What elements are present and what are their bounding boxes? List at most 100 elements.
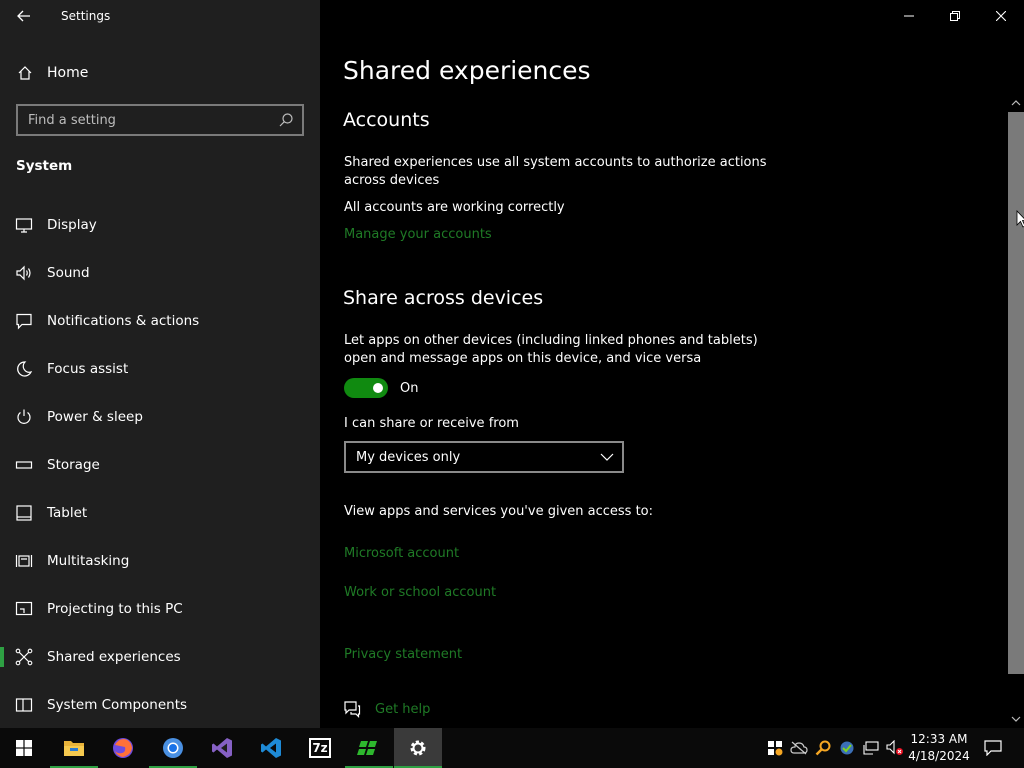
share-heading: Share across devices [343, 287, 544, 309]
sidebar-item-sound[interactable]: Sound [0, 249, 320, 297]
sidebar-item-display[interactable]: Display [0, 201, 320, 249]
mouse-cursor-icon [1016, 210, 1024, 228]
sidebar-item-notifications[interactable]: Notifications & actions [0, 297, 320, 345]
sidebar-item-label: Multitasking [47, 553, 130, 569]
sidebar-item-shared-experiences[interactable]: Shared experiences [0, 633, 320, 681]
work-school-account-link[interactable]: Work or school account [344, 585, 496, 600]
chevron-down-icon [600, 453, 614, 461]
start-button[interactable] [0, 728, 48, 768]
action-center-button[interactable] [978, 728, 1008, 768]
privacy-statement-link[interactable]: Privacy statement [344, 647, 462, 662]
vertical-scrollbar[interactable] [1008, 96, 1024, 728]
sidebar-item-system-components[interactable]: System Components [0, 681, 320, 729]
taskbar-settings[interactable] [394, 728, 442, 768]
share-toggle[interactable] [344, 378, 388, 398]
notification-icon [984, 740, 1002, 756]
taskbar: 7z 12:33 AM 4/18/2024 [0, 728, 1024, 768]
sidebar-item-storage[interactable]: Storage [0, 441, 320, 489]
get-help-row[interactable]: Get help [343, 700, 430, 718]
scroll-up-icon[interactable] [1011, 98, 1021, 108]
main-content: Shared experiences Accounts Shared exper… [320, 0, 1024, 728]
gear-icon [410, 740, 426, 756]
vscode-icon [261, 738, 281, 758]
search-input[interactable] [18, 112, 268, 128]
tablet-icon [15, 504, 33, 522]
clock-time: 12:33 AM [910, 732, 968, 746]
home-nav-item[interactable]: Home [0, 56, 320, 90]
share-from-dropdown[interactable]: My devices only [344, 441, 624, 473]
scroll-down-icon[interactable] [1011, 714, 1021, 724]
green-app-icon [357, 741, 377, 755]
sidebar-item-label: Display [47, 217, 97, 233]
volume-muted-icon [886, 740, 903, 755]
toggle-state-label: On [400, 381, 419, 396]
titlebar-left: Settings [0, 0, 320, 32]
clock-date: 4/18/2024 [908, 749, 970, 763]
sidebar-item-label: Focus assist [47, 361, 129, 377]
sidebar-item-focus-assist[interactable]: Focus assist [0, 345, 320, 393]
7zip-label: 7z [312, 741, 328, 755]
sidebar-item-label: System Components [47, 697, 188, 713]
sidebar-item-label: Power & sleep [47, 409, 143, 425]
sidebar-item-projecting[interactable]: Projecting to this PC [0, 585, 320, 633]
home-label: Home [47, 65, 89, 81]
moon-icon [15, 360, 33, 378]
app-title: Settings [61, 9, 111, 23]
accounts-description: Shared experiences use all system accoun… [344, 155, 767, 188]
sidebar-item-label: Notifications & actions [47, 313, 200, 329]
taskbar-firefox[interactable] [99, 728, 147, 768]
globe-check-icon [840, 741, 854, 755]
accounts-status: All accounts are working correctly [344, 200, 565, 215]
tray-search-tool[interactable] [811, 728, 835, 768]
taskbar-visual-studio[interactable] [198, 728, 246, 768]
scroll-thumb[interactable] [1008, 112, 1024, 674]
sidebar-item-multitasking[interactable]: Multitasking [0, 537, 320, 585]
accounts-heading: Accounts [343, 109, 430, 131]
toggle-knob [373, 383, 383, 393]
firefox-icon [113, 738, 133, 758]
search-box[interactable] [16, 104, 304, 136]
home-icon [17, 65, 33, 81]
get-help-link[interactable]: Get help [375, 702, 430, 717]
dropdown-value: My devices only [356, 449, 461, 465]
taskbar-7zip[interactable]: 7z [296, 728, 344, 768]
tray-onedrive[interactable] [787, 728, 811, 768]
sidebar-item-label: Shared experiences [47, 649, 181, 665]
tray-security[interactable] [763, 728, 787, 768]
taskbar-chrome[interactable] [149, 728, 197, 768]
tray-network-status[interactable] [835, 728, 859, 768]
share-description: Let apps on other devices (including lin… [344, 333, 758, 366]
sidebar: Settings Home System Display Sound Notif… [0, 0, 320, 728]
sidebar-item-label: Storage [47, 457, 100, 473]
taskbar-vscode[interactable] [247, 728, 295, 768]
taskbar-clock[interactable]: 12:33 AM 4/18/2024 [904, 731, 974, 765]
sidebar-item-tablet[interactable]: Tablet [0, 489, 320, 537]
search-icon[interactable] [278, 112, 294, 128]
folder-icon [64, 741, 84, 756]
7zip-icon: 7z [309, 738, 331, 758]
shared-experiences-icon [15, 648, 33, 666]
nav-list: Display Sound Notifications & actions Fo… [0, 201, 320, 729]
tray-network[interactable] [859, 728, 883, 768]
taskbar-green-app[interactable] [345, 728, 393, 768]
taskbar-file-explorer[interactable] [50, 728, 98, 768]
microsoft-account-link[interactable]: Microsoft account [344, 546, 459, 561]
sidebar-item-label: Sound [47, 265, 90, 281]
magnifier-icon [815, 740, 831, 756]
help-chat-icon [344, 701, 361, 718]
multitasking-icon [15, 552, 33, 570]
visual-studio-icon [212, 738, 232, 758]
sidebar-item-power-sleep[interactable]: Power & sleep [0, 393, 320, 441]
power-icon [15, 408, 33, 426]
page-title: Shared experiences [343, 56, 591, 85]
dropdown-label: I can share or receive from [344, 416, 519, 431]
network-icon [863, 741, 879, 755]
back-button[interactable] [10, 4, 38, 28]
speaker-icon [15, 264, 33, 282]
manage-accounts-link[interactable]: Manage your accounts [344, 227, 492, 242]
back-arrow-icon [17, 10, 30, 22]
display-icon [15, 216, 33, 234]
system-components-icon [15, 696, 33, 714]
windows-logo-icon [16, 740, 32, 756]
cloud-off-icon [790, 741, 808, 755]
